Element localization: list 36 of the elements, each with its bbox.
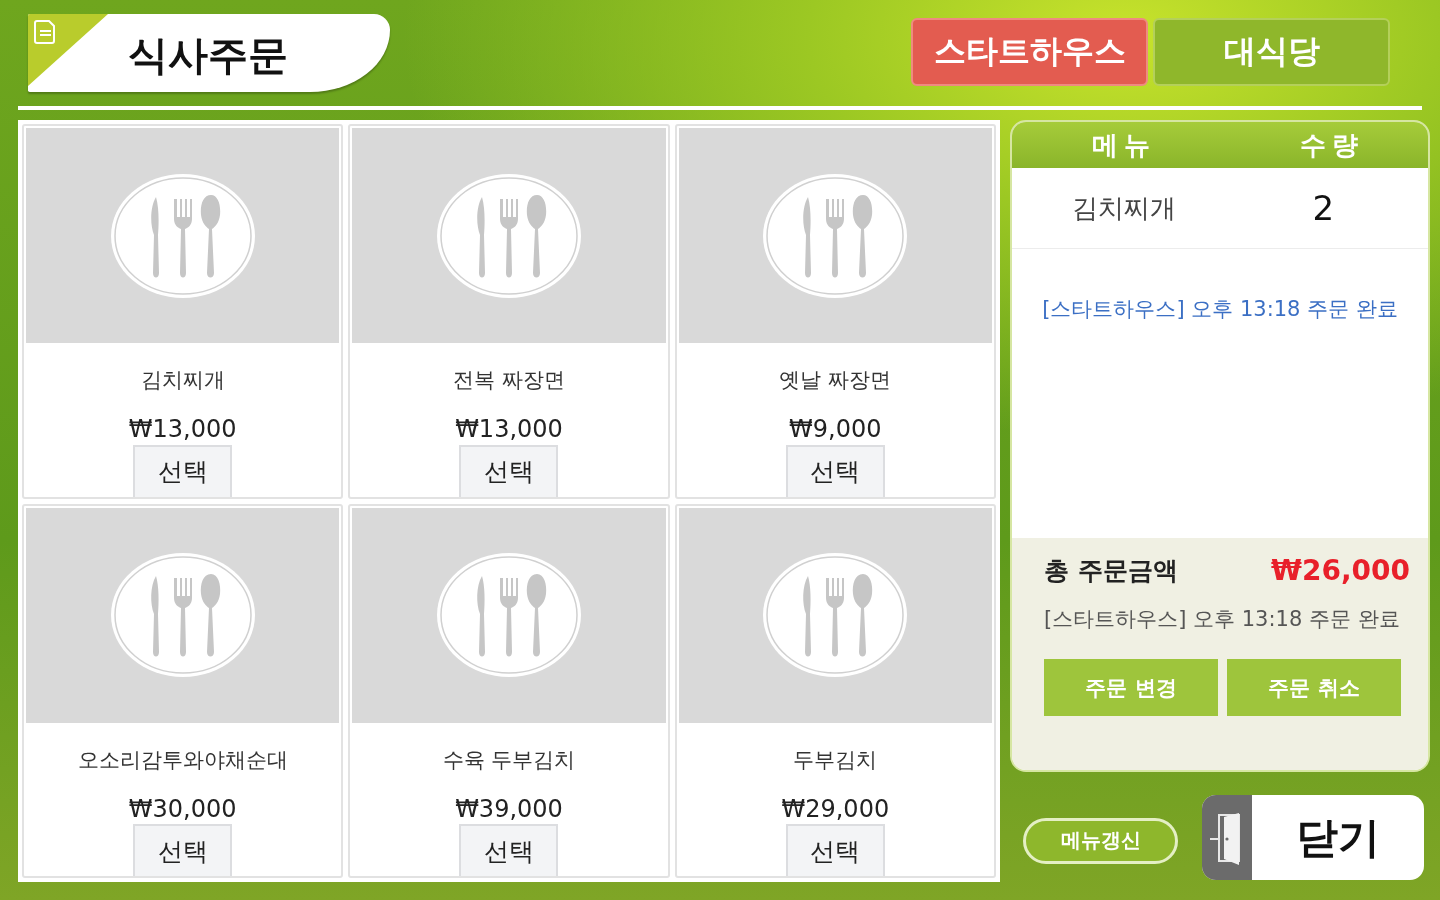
select-button[interactable]: 선택 <box>133 444 233 497</box>
cutlery-plate-icon <box>762 552 909 678</box>
total-amount: ₩26,000 <box>1271 554 1410 587</box>
menu-item-price: ₩29,000 <box>781 794 890 823</box>
order-item-name: 김치찌개 <box>1072 191 1177 225</box>
cutlery-plate-icon <box>436 172 582 299</box>
cutlery-plate-icon <box>109 552 256 678</box>
door-icon <box>1202 795 1252 880</box>
column-header: 수량 <box>1300 128 1365 162</box>
menu-item-name: 오소리감투와야채순대 <box>77 746 288 773</box>
close-button[interactable]: 닫기 <box>1202 795 1424 880</box>
select-button[interactable]: 선택 <box>133 824 233 876</box>
cutlery-plate-icon <box>109 172 256 299</box>
total-label: 총 주문금액 <box>1044 555 1178 587</box>
menu-item-price: ₩13,000 <box>128 415 237 443</box>
cutlery-plate-icon <box>762 172 909 299</box>
restaurant-tab[interactable]: 스타트하우스 <box>911 18 1148 86</box>
menu-item-name: 수육 두부김치 <box>442 746 576 773</box>
cutlery-plate-icon <box>436 552 582 678</box>
select-button[interactable]: 선택 <box>459 444 559 497</box>
select-button[interactable]: 선택 <box>459 824 559 876</box>
menu-item-price: ₩39,000 <box>455 794 563 823</box>
menu-item-name: 김치찌개 <box>140 367 225 393</box>
select-button[interactable]: 선택 <box>785 444 885 497</box>
menu-item-price: ₩30,000 <box>128 794 237 823</box>
menu-item-price: ₩9,000 <box>789 415 882 443</box>
menu-item-name: 두부김치 <box>793 746 878 773</box>
order-status-message: [스타트하우스] 오후 13:18 주문 완료 <box>1042 296 1398 323</box>
page-title: 식사주문 <box>128 31 288 80</box>
column-header: 메뉴 <box>1092 128 1157 162</box>
menu-item-name: 옛날 짜장면 <box>779 367 892 393</box>
menu-item-name: 전복 짜장면 <box>453 367 565 393</box>
select-button[interactable]: 선택 <box>785 824 885 876</box>
order-item-quantity: 2 <box>1312 188 1335 228</box>
menu-item-price: ₩13,000 <box>455 415 563 443</box>
order-status-message: [스타트하우스] 오후 13:18 주문 완료 <box>1044 606 1401 633</box>
